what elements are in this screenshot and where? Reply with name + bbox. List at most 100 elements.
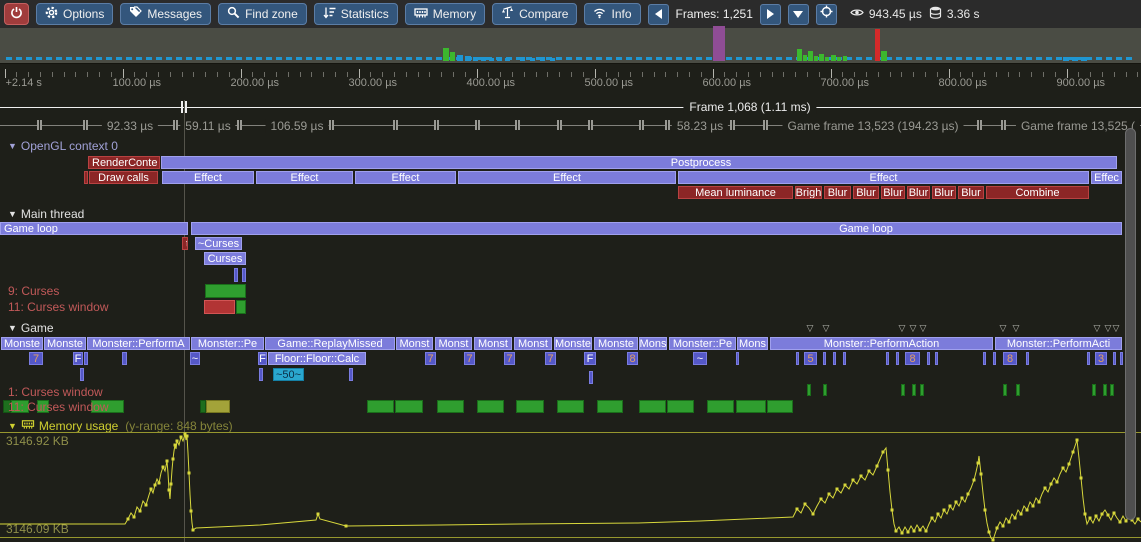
next-frame-button[interactable] xyxy=(760,4,781,25)
zone-bar[interactable]: Monste xyxy=(1,337,43,350)
zone-bar[interactable]: Floor::Floor::Calc xyxy=(268,352,366,365)
zone-bar[interactable] xyxy=(823,352,826,365)
zone-bar[interactable] xyxy=(823,384,827,396)
lock-lane-label[interactable]: 11: Curses window xyxy=(8,400,109,414)
zone-bar[interactable]: Blur xyxy=(853,186,879,199)
zone-bar[interactable]: Mean luminance xyxy=(678,186,793,199)
zone-bar[interactable] xyxy=(84,171,88,184)
frame-menu-button[interactable] xyxy=(788,4,809,25)
zone-bar[interactable]: Monster::PerformAction xyxy=(770,337,993,350)
zone-bar[interactable]: Mons xyxy=(639,337,667,350)
message-marker-icon[interactable]: ▽ xyxy=(1105,324,1112,332)
zone-bar[interactable] xyxy=(236,300,246,314)
zone-bar[interactable] xyxy=(807,384,811,396)
zone-bar[interactable]: 7 xyxy=(425,352,436,365)
zone-bar[interactable]: Postprocess xyxy=(161,156,1117,169)
zone-bar[interactable] xyxy=(589,371,593,384)
zone-bar[interactable] xyxy=(122,352,127,365)
zone-bar[interactable]: Monst xyxy=(396,337,433,350)
zone-bar[interactable] xyxy=(767,400,793,413)
message-marker-icon[interactable]: ▽ xyxy=(807,324,814,332)
zone-bar[interactable]: Game loop xyxy=(0,222,188,235)
zone-bar[interactable]: 5 xyxy=(804,352,817,365)
zone-bar[interactable] xyxy=(367,400,394,413)
zone-bar[interactable]: Draw calls xyxy=(89,171,158,184)
zone-bar[interactable]: 7 xyxy=(464,352,475,365)
lock-lane-label[interactable]: 1: Curses window xyxy=(8,385,103,399)
zone-bar[interactable]: F xyxy=(73,352,83,365)
zone-bar[interactable]: 3 xyxy=(1095,352,1107,365)
zone-bar[interactable] xyxy=(707,400,734,413)
zone-bar[interactable]: Monster::Pe xyxy=(191,337,264,350)
zone-bar[interactable] xyxy=(927,352,930,365)
memory-button[interactable]: Memory xyxy=(405,3,485,25)
zone-bar[interactable] xyxy=(395,400,423,413)
zone-bar[interactable]: Monster::PerformA xyxy=(87,337,190,350)
zone-bar[interactable]: Game::ReplayMissed xyxy=(265,337,395,350)
message-marker-icon[interactable]: ▽ xyxy=(1094,324,1101,332)
zone-bar[interactable] xyxy=(349,368,353,381)
zone-bar[interactable] xyxy=(516,400,544,413)
zone-bar[interactable] xyxy=(1110,384,1114,396)
zone-bar[interactable] xyxy=(901,384,905,396)
zone-bar[interactable]: Curses xyxy=(204,252,246,265)
zone-bar[interactable] xyxy=(983,352,986,365)
zone-bar[interactable] xyxy=(920,384,924,396)
zone-bar[interactable] xyxy=(896,352,899,365)
message-marker-icon[interactable]: ▽ xyxy=(1113,324,1120,332)
zone-bar[interactable] xyxy=(1113,352,1116,365)
zone-bar[interactable] xyxy=(1087,352,1090,365)
zone-bar[interactable] xyxy=(1120,352,1123,365)
section-header-main-thread[interactable]: ▼Main thread xyxy=(8,207,84,221)
zone-bar[interactable]: Effect xyxy=(256,171,353,184)
memory-usage-plot[interactable] xyxy=(0,416,1141,542)
zone-bar[interactable]: Monste xyxy=(594,337,638,350)
zone-bar[interactable]: Blur xyxy=(881,186,905,199)
zone-bar[interactable]: 7 xyxy=(545,352,556,365)
zone-bar[interactable] xyxy=(935,352,938,365)
zone-bar[interactable] xyxy=(206,400,230,413)
zone-bar[interactable]: ~ xyxy=(693,352,707,365)
zone-bar[interactable]: Blur xyxy=(958,186,984,199)
message-marker-icon[interactable]: ▽ xyxy=(920,324,927,332)
zone-bar[interactable] xyxy=(843,352,846,365)
zone-bar[interactable]: Monst xyxy=(435,337,472,350)
lock-lane-label[interactable]: 11: Curses window xyxy=(8,300,109,314)
zone-bar[interactable] xyxy=(1016,384,1020,396)
zone-bar[interactable]: Monster::PerformActi xyxy=(995,337,1122,350)
zone-bar[interactable]: Mons xyxy=(737,337,768,350)
message-marker-icon[interactable]: ▽ xyxy=(823,324,830,332)
zone-bar[interactable] xyxy=(736,352,739,365)
zone-bar[interactable] xyxy=(477,400,504,413)
vertical-scrollbar-thumb[interactable] xyxy=(1125,128,1136,520)
options-button[interactable]: Options xyxy=(36,3,113,25)
zone-bar[interactable]: ti xyxy=(182,237,188,250)
zone-bar[interactable]: Blur xyxy=(824,186,851,199)
message-marker-icon[interactable]: ▽ xyxy=(899,324,906,332)
zone-bar[interactable]: 7 xyxy=(504,352,515,365)
zone-bar[interactable] xyxy=(84,352,88,365)
zone-bar[interactable] xyxy=(234,268,238,282)
zone-bar[interactable] xyxy=(993,352,996,365)
zone-bar[interactable] xyxy=(1003,384,1007,396)
zone-bar[interactable]: Monster::Pe xyxy=(669,337,736,350)
zone-bar[interactable] xyxy=(259,368,263,381)
message-marker-icon[interactable]: ▽ xyxy=(910,324,917,332)
section-header-game[interactable]: ▼Game xyxy=(8,321,54,335)
zone-bar[interactable] xyxy=(667,400,694,413)
zone-bar[interactable]: Game loop xyxy=(191,222,1122,235)
zone-bar[interactable]: ~ xyxy=(190,352,200,365)
goto-frame-button[interactable] xyxy=(816,4,837,25)
zone-bar[interactable] xyxy=(437,400,464,413)
prev-frame-button[interactable] xyxy=(648,4,669,25)
zone-bar[interactable]: Effect xyxy=(355,171,456,184)
zone-bar[interactable]: Monste xyxy=(44,337,86,350)
zone-bar[interactable]: Brigh xyxy=(795,186,822,199)
zone-bar[interactable]: Effect xyxy=(162,171,254,184)
message-marker-icon[interactable]: ▽ xyxy=(1000,324,1007,332)
section-header-opengl-context-0[interactable]: ▼OpenGL context 0 xyxy=(8,139,118,153)
zone-bar[interactable] xyxy=(1092,384,1096,396)
zone-bar[interactable]: Effec xyxy=(1091,171,1122,184)
zone-bar[interactable]: Blur xyxy=(932,186,956,199)
zone-bar[interactable] xyxy=(204,300,235,314)
